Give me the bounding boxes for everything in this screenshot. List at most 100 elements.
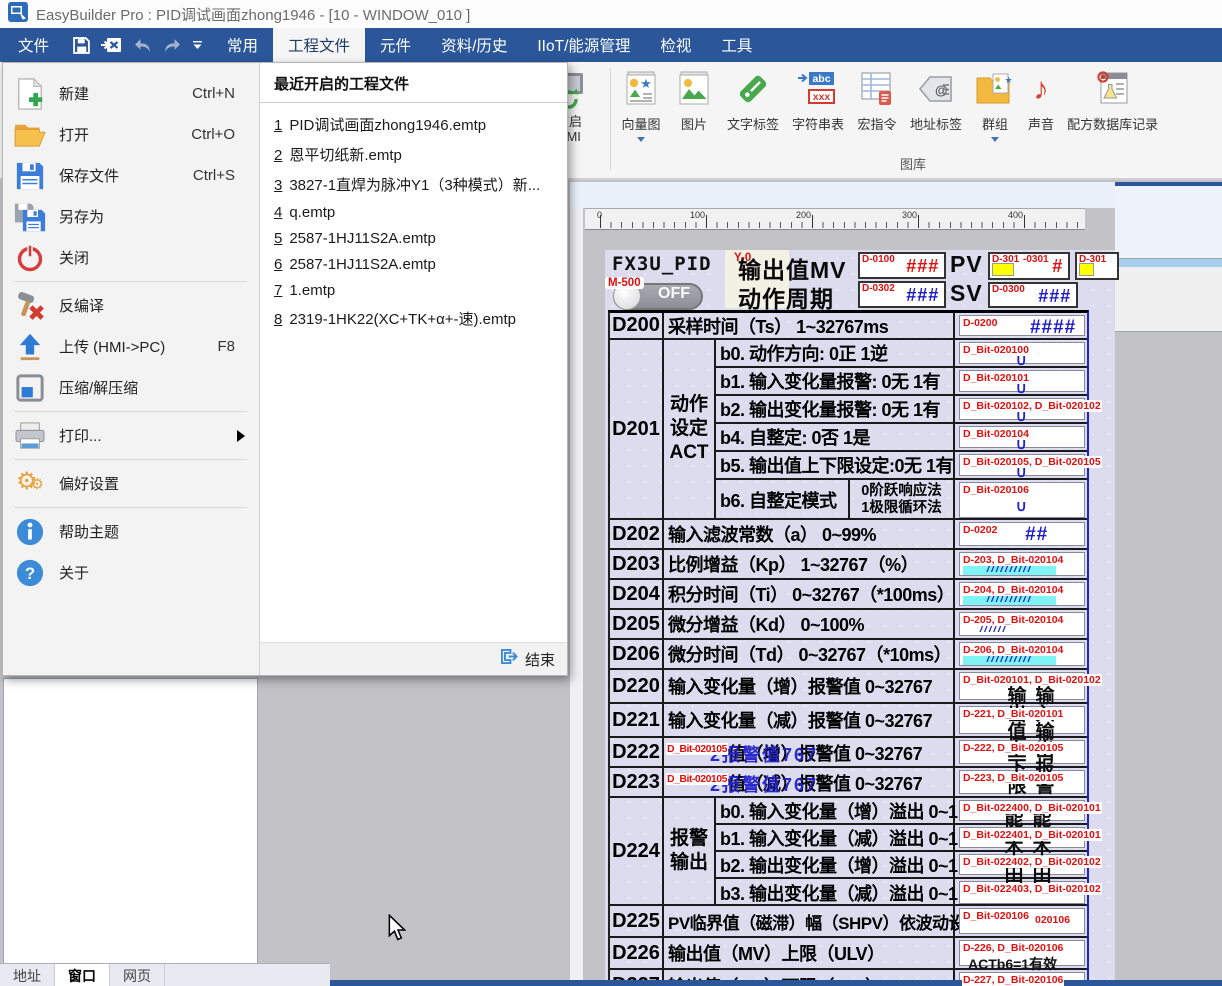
cycle-row-label[interactable]: 动作周期 <box>738 280 834 314</box>
desc-cell-overlapped[interactable]: D_Bit-020105 2报警值767 值（增）报警值 0~32767 <box>664 738 955 766</box>
mode-cell[interactable]: 0阶跃响应法 1极限循环法 <box>850 480 955 520</box>
sv-value-box[interactable]: D-0300 ### <box>988 282 1078 308</box>
tab-data-history[interactable]: 资料/历史 <box>426 28 522 62</box>
tab-object[interactable]: 元件 <box>365 28 426 62</box>
pv-value-box[interactable]: D-301 -0301 # <box>988 252 1070 280</box>
save-quick-icon[interactable] <box>73 37 90 54</box>
menu-item-compress[interactable]: 压缩/解压缩 <box>3 367 259 408</box>
group-cell[interactable]: 报警 输出 <box>664 798 716 904</box>
register-cell[interactable]: D225 <box>610 906 664 936</box>
addr-cell[interactable]: D-205, D_Bit-020104 ////// <box>957 610 1087 638</box>
group-library-button[interactable]: ★ 群组 <box>970 64 1020 142</box>
menu-item-about[interactable]: ? 关于 <box>3 552 259 593</box>
register-cell[interactable]: D223 <box>610 768 664 796</box>
desc-cell[interactable]: b1. 输入变化量（减）溢出 0~1 <box>716 825 955 850</box>
tab-common[interactable]: 常用 <box>212 28 273 62</box>
menu-item-decompile[interactable]: 反编译 <box>3 285 259 326</box>
desc-cell[interactable]: 采样时间（Ts） 1~32767ms <box>664 313 955 338</box>
redo-icon[interactable] <box>163 38 182 53</box>
pid-register-table[interactable]: D200 采样时间（Ts） 1~32767ms D-0200 #### D201… <box>608 310 1089 986</box>
addr-cell[interactable]: D_Bit-020101 ∪ <box>957 368 1087 394</box>
register-cell[interactable]: D202 <box>610 520 664 548</box>
vector-graphic-button[interactable]: ★ 向量图 <box>616 64 666 142</box>
sv-label[interactable]: SV <box>950 280 983 307</box>
register-cell[interactable]: D226 <box>610 938 664 968</box>
tab-webpage[interactable]: 网页 <box>110 964 165 986</box>
desc-cell[interactable]: b2. 输出变化量（增）溢出 0~1 <box>716 852 955 877</box>
recent-file-item[interactable]: 2恩平切纸新.emtp <box>260 139 567 169</box>
desc-cell[interactable]: b4. 自整定: 0否 1是 <box>716 424 955 450</box>
quick-access-dropdown-icon[interactable] <box>193 41 202 49</box>
tab-view[interactable]: 检视 <box>645 28 706 62</box>
menu-item-save[interactable]: 保存文件 Ctrl+S <box>3 155 259 196</box>
addr-cell[interactable]: D_Bit-020102, D_Bit-020102 ∪ <box>957 396 1087 422</box>
register-cell[interactable]: D200 <box>610 313 664 338</box>
desc-cell[interactable]: 比例增益（Kp） 1~32767（%） <box>664 550 955 578</box>
register-cell[interactable]: D206 <box>610 640 664 668</box>
recent-file-item[interactable]: 1PID调试画面zhong1946.emtp <box>260 109 567 139</box>
menu-item-close[interactable]: 关闭 <box>3 237 259 278</box>
register-cell[interactable]: D204 <box>610 580 664 608</box>
addr-cell[interactable]: D-206, D_Bit-020104 ////////// <box>957 640 1087 668</box>
tab-tool[interactable]: 工具 <box>706 28 767 62</box>
design-canvas[interactable]: FX3U_PID Y-0 M-500 OFF 输出值MV 动作周期 PV SV … <box>605 250 1115 986</box>
desc-cell[interactable]: 微分增益（Kd） 0~100% <box>664 610 955 638</box>
cycle-value-box[interactable]: D-0302 ### <box>858 281 946 308</box>
addr-cell[interactable]: D-226, D_Bit-020106 ACTb6=1有效 <box>957 938 1087 968</box>
desc-cell[interactable]: b1. 输入变化量报警: 0无 1有 <box>716 368 955 394</box>
exit-button[interactable]: 结束 <box>525 649 555 670</box>
menu-item-print[interactable]: 打印... <box>3 415 259 456</box>
recipe-database-button[interactable]: 配方数据库记录 <box>1062 64 1163 142</box>
register-cell[interactable]: D205 <box>610 610 664 638</box>
desc-cell-overlapped[interactable]: D_Bit-020105 2报警值767 值（减）报警值 0~32767 <box>664 768 955 796</box>
menu-item-upload[interactable]: 上传 (HMI->PC) F8 <box>3 326 259 367</box>
register-cell[interactable]: D220 <box>610 670 664 702</box>
mv-value-box[interactable]: D-0100 ### <box>858 252 946 279</box>
recent-file-item[interactable]: 4q.emtp <box>260 199 567 225</box>
addr-cell[interactable]: D-0200 #### <box>957 313 1087 338</box>
register-cell[interactable]: D222 <box>610 738 664 766</box>
sound-button[interactable]: ♪ 声音 <box>1023 64 1059 142</box>
recent-file-item[interactable]: 62587-1HJ11S2A.emtp <box>260 251 567 277</box>
text-label-button[interactable]: 文字标签 <box>722 64 784 142</box>
desc-cell[interactable]: 输入变化量（增）报警值 0~32767 <box>664 670 955 702</box>
menu-item-preferences[interactable]: ⚙⚙ 偏好设置 <box>3 463 259 504</box>
register-cell[interactable]: D203 <box>610 550 664 578</box>
tab-project-file[interactable]: 工程文件 <box>273 28 365 62</box>
desc-cell[interactable]: 输入变化量（减）报警值 0~32767 <box>664 704 955 736</box>
menu-item-open[interactable]: 打开 Ctrl+O <box>3 114 259 155</box>
pv2-value-box[interactable]: D-301 <box>1075 252 1119 280</box>
desc-cell[interactable]: 积分时间（Ti） 0~32767（*100ms） <box>664 580 955 608</box>
desc-cell[interactable]: 输入滤波常数（a） 0~99% <box>664 520 955 548</box>
menu-item-save-as[interactable]: 另存为 <box>3 196 259 237</box>
addr-cell[interactable]: D_Bit-020106 ∪ <box>957 480 1087 520</box>
picture-button[interactable]: 图片 <box>669 64 719 142</box>
chevron-down-icon[interactable] <box>991 137 999 142</box>
addr-cell[interactable]: D_Bit-020104 ∪ <box>957 424 1087 450</box>
group-cell[interactable]: 动作 设定 ACT <box>664 340 716 518</box>
tab-iiot-energy[interactable]: IIoT/能源管理 <box>522 28 645 62</box>
desc-cell[interactable]: b2. 输出变化量报警: 0无 1有 <box>716 396 955 422</box>
desc-cell[interactable]: PV临界值（磁滞）幅（SHPV）依波动设定 <box>664 906 955 936</box>
recent-file-item[interactable]: 33827-1直焊为脉冲Y1（3种模式）新... <box>260 169 567 199</box>
addr-cell[interactable]: D_Bit-020100 ∪ <box>957 340 1087 366</box>
desc-cell[interactable]: b5. 输出值上下限设定:0无 1有 <box>716 452 955 478</box>
macro-button[interactable]: 宏指令 <box>852 64 902 142</box>
addr-cell[interactable]: D-203, D_Bit-020104 ////////// <box>957 550 1087 578</box>
undo-icon[interactable] <box>133 38 152 53</box>
pv-label[interactable]: PV <box>950 251 983 278</box>
recent-file-item[interactable]: 71.emtp <box>260 277 567 303</box>
menu-item-new[interactable]: 新建 Ctrl+N <box>3 73 259 114</box>
desc-cell[interactable]: b6. 自整定模式 <box>716 480 850 520</box>
addr-cell[interactable]: D-0202 ## <box>957 520 1087 548</box>
recent-file-item[interactable]: 82319-1HK22(XC+TK+α+-速).emtp <box>260 303 567 333</box>
chevron-down-icon[interactable] <box>637 137 645 142</box>
desc-cell[interactable]: 输出值（MV）上限（ULV） <box>664 938 955 968</box>
window-list-panel[interactable] <box>3 678 258 965</box>
register-cell[interactable]: D221 <box>610 704 664 736</box>
desc-cell[interactable]: 微分时间（Td） 0~32767（*10ms） <box>664 640 955 668</box>
register-cell[interactable]: D224 <box>610 798 664 904</box>
tab-window[interactable]: 窗口 <box>55 964 110 986</box>
plc-title-text[interactable]: FX3U_PID <box>612 253 712 275</box>
tab-file[interactable]: 文件 <box>0 28 67 62</box>
